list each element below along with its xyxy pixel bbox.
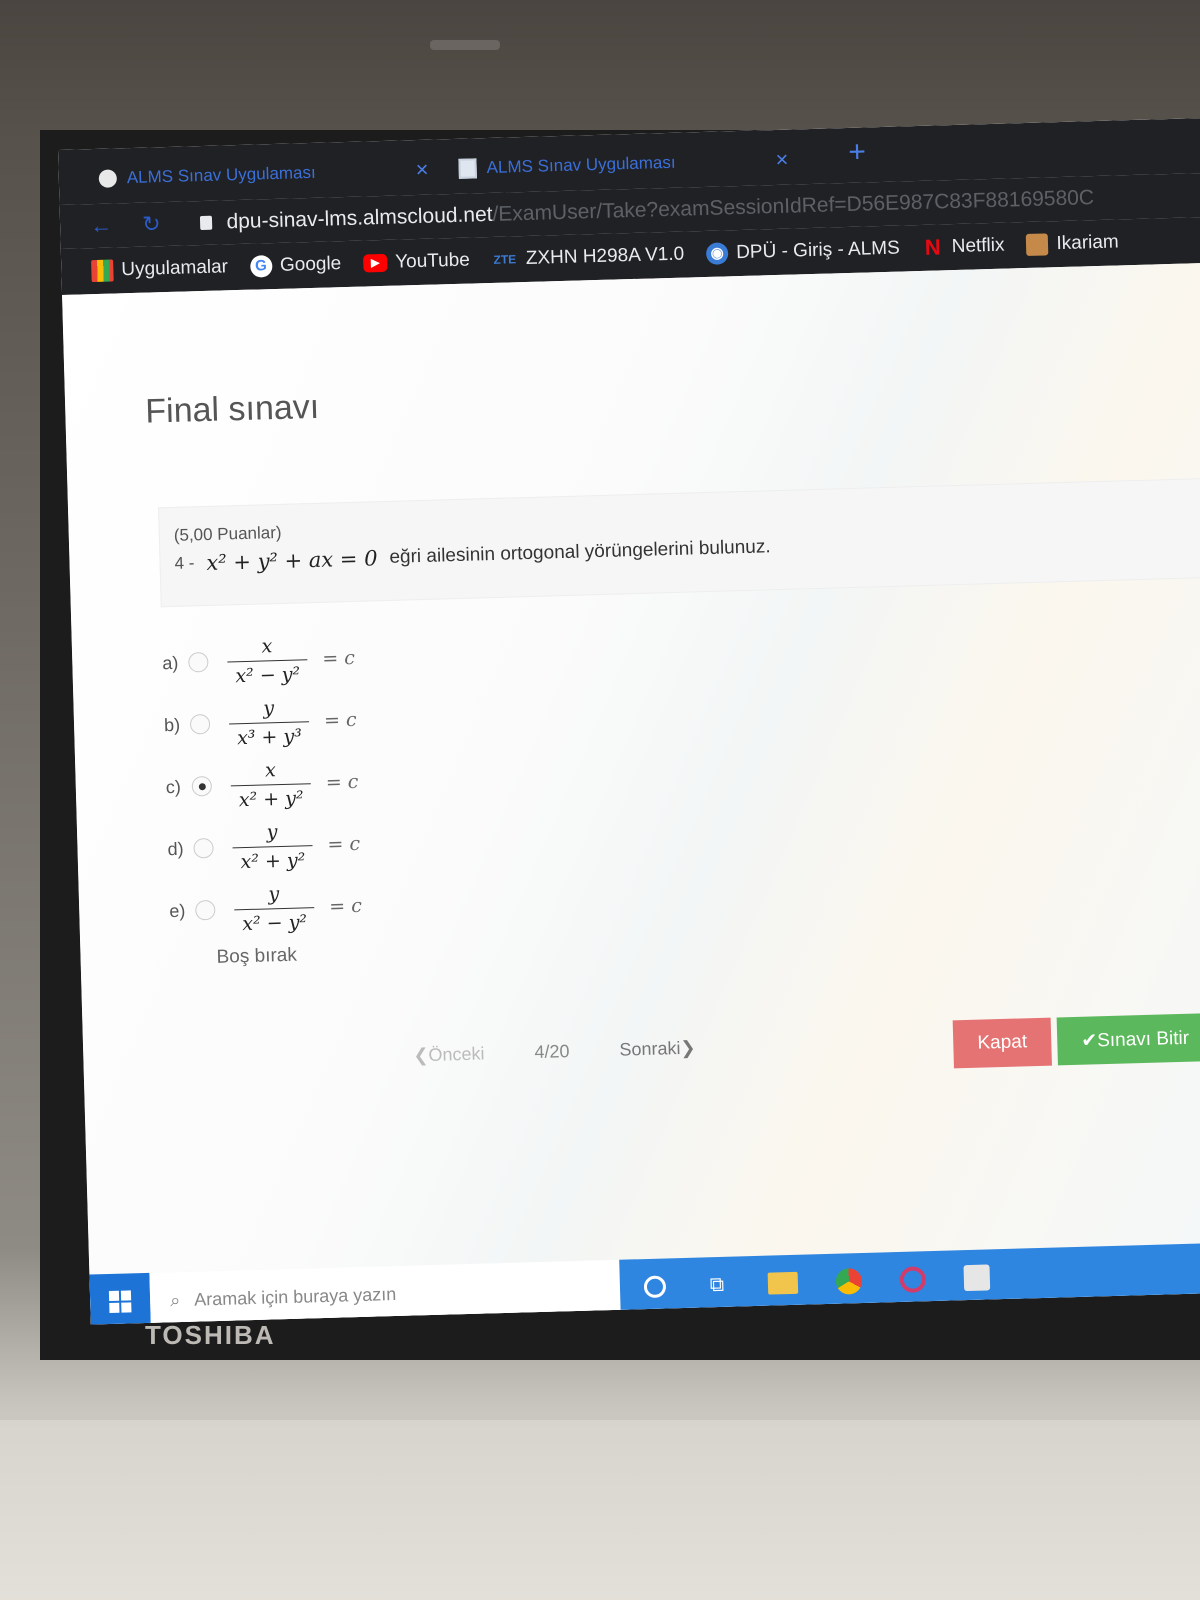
fraction: y x³ + y³ <box>223 696 314 749</box>
bookmark-label: Ikariam <box>1056 231 1120 255</box>
bookmark-label: Netflix <box>951 234 1005 258</box>
numerator: y <box>266 820 278 843</box>
document-icon <box>458 158 477 179</box>
bookmark-ikariam[interactable]: Ikariam <box>1026 231 1119 256</box>
option-letter: a) <box>162 652 179 673</box>
denominator: x³ + y³ <box>228 720 311 749</box>
question-equation: x² + y² + ax = 0 <box>206 546 378 576</box>
url-path: /ExamUser/Take?examSessionIdRef=D56E987C… <box>492 186 1095 226</box>
finish-exam-button[interactable]: ✔Sınavı Bitir <box>1056 1011 1200 1066</box>
bookmark-label: YouTube <box>394 249 471 273</box>
option-c[interactable]: c) x x² + y² = c <box>165 751 359 818</box>
equals-c: = c <box>322 646 356 670</box>
new-tab-button[interactable]: + <box>848 135 866 169</box>
option-d[interactable]: d) y x² + y² = c <box>167 813 361 880</box>
tab-1-label: ALMS Sınav Uygulaması <box>126 162 316 188</box>
screen: ALMS Sınav Uygulaması × ALMS Sınav Uygul… <box>58 117 1200 1325</box>
question-points: (5,00 Puanlar) <box>173 522 282 545</box>
equals-c: = c <box>328 894 363 918</box>
reload-icon[interactable]: ↻ <box>142 211 161 238</box>
numerator: y <box>268 882 280 905</box>
google-icon: G <box>249 255 273 278</box>
page-title: Final sınavı <box>144 387 320 431</box>
option-letter: b) <box>163 714 181 735</box>
opera-icon[interactable] <box>899 1266 927 1293</box>
option-letter: c) <box>165 776 182 797</box>
tab-2[interactable]: ALMS Sınav Uygulaması × <box>458 140 789 189</box>
radio-button[interactable] <box>188 652 209 673</box>
file-explorer-icon[interactable] <box>767 1271 799 1295</box>
option-letter: e) <box>169 900 186 921</box>
laptop-base <box>0 1420 1200 1600</box>
answer-options: a) x x² − y² = c b) y x³ + y³ = c c) x x… <box>162 627 364 976</box>
question-number: 4 - <box>174 553 195 573</box>
numerator: y <box>262 696 275 719</box>
fraction: x x² + y² <box>225 758 316 811</box>
bookmark-label: Google <box>279 253 342 276</box>
ikariam-icon <box>1026 233 1049 256</box>
denominator: x² − y² <box>233 906 316 935</box>
denominator: x² + y² <box>232 844 314 873</box>
denominator: x² + y² <box>230 782 312 811</box>
globe-icon: ◉ <box>705 242 729 265</box>
equals-c: = c <box>323 708 357 732</box>
back-arrow-icon[interactable]: ← <box>90 213 113 240</box>
store-icon[interactable] <box>963 1264 991 1292</box>
radio-button-selected[interactable] <box>191 775 213 797</box>
question-box: (5,00 Puanlar) 4 - x² + y² + ax = 0 eğri… <box>158 477 1200 608</box>
fraction: y x² + y² <box>227 820 318 873</box>
bookmark-zte[interactable]: ZTE ZXHN H298A V1.0 <box>492 244 685 271</box>
webcam <box>430 40 500 50</box>
bookmark-dpu[interactable]: ◉ DPÜ - Giriş - ALMS <box>705 237 901 265</box>
close-icon[interactable]: × <box>775 147 789 173</box>
bookmark-google[interactable]: G Google <box>249 253 342 278</box>
option-leave-blank[interactable]: Boş bırak <box>170 937 363 976</box>
lock-icon <box>200 215 213 231</box>
tab-1[interactable]: ALMS Sınav Uygulaması × <box>98 150 429 199</box>
cortana-icon[interactable] <box>643 1275 667 1299</box>
alms-favicon-icon <box>98 169 118 188</box>
fraction: y x² − y² <box>229 882 320 935</box>
chrome-icon[interactable] <box>835 1268 863 1295</box>
apps-grid-icon <box>91 259 114 283</box>
exam-page: Final sınavı (5,00 Puanlar) 4 - x² + y² … <box>62 262 1200 1325</box>
youtube-icon: ▶ <box>362 253 388 273</box>
question-text: eğri ailesinin ortogonal yörüngelerini b… <box>389 536 771 568</box>
start-button[interactable] <box>89 1272 151 1325</box>
radio-button[interactable] <box>189 713 211 735</box>
url-host: dpu-sinav-lms.almscloud.net <box>226 202 493 234</box>
option-letter: d) <box>167 838 184 859</box>
equals-c: = c <box>325 770 359 794</box>
previous-button[interactable]: ❮Önceki <box>413 1043 485 1066</box>
numerator: x <box>264 758 277 781</box>
search-placeholder: Aramak için buraya yazın <box>193 1283 397 1310</box>
search-icon: ⌕ <box>169 1289 181 1310</box>
bookmark-label: DPÜ - Giriş - ALMS <box>735 237 901 264</box>
next-button[interactable]: Sonraki❯ <box>619 1038 696 1061</box>
option-b[interactable]: b) y x³ + y³ = c <box>163 689 357 756</box>
denominator: x² − y² <box>226 658 309 687</box>
bookmark-label: Uygulamalar <box>121 256 229 281</box>
radio-button[interactable] <box>195 899 216 921</box>
numerator: x <box>261 634 273 658</box>
bookmark-youtube[interactable]: ▶ YouTube <box>362 249 471 275</box>
option-a[interactable]: a) x x² − y² = c <box>162 627 356 694</box>
close-button[interactable]: Kapat <box>952 1017 1052 1069</box>
task-view-icon[interactable]: ⧉ <box>704 1272 731 1299</box>
option-e[interactable]: e) y x² − y² = c <box>168 875 362 942</box>
close-icon[interactable]: × <box>415 157 429 183</box>
tab-2-label: ALMS Sınav Uygulaması <box>486 152 676 178</box>
brand-logo: TOSHIBA <box>145 1320 276 1350</box>
zte-icon: ZTE <box>493 252 517 267</box>
pagination: ❮Önceki 4/20 Sonraki❯ <box>413 1038 696 1067</box>
bookmark-apps[interactable]: Uygulamalar <box>91 256 229 283</box>
equals-c: = c <box>327 832 361 856</box>
page-indicator: 4/20 <box>534 1041 570 1063</box>
windows-logo-icon <box>108 1290 132 1314</box>
netflix-icon: N <box>924 234 941 260</box>
bookmark-netflix[interactable]: N Netflix <box>921 234 1005 260</box>
radio-button[interactable] <box>193 837 214 859</box>
fraction: x x² − y² <box>222 634 313 687</box>
bookmark-label: ZXHN H298A V1.0 <box>525 243 685 269</box>
